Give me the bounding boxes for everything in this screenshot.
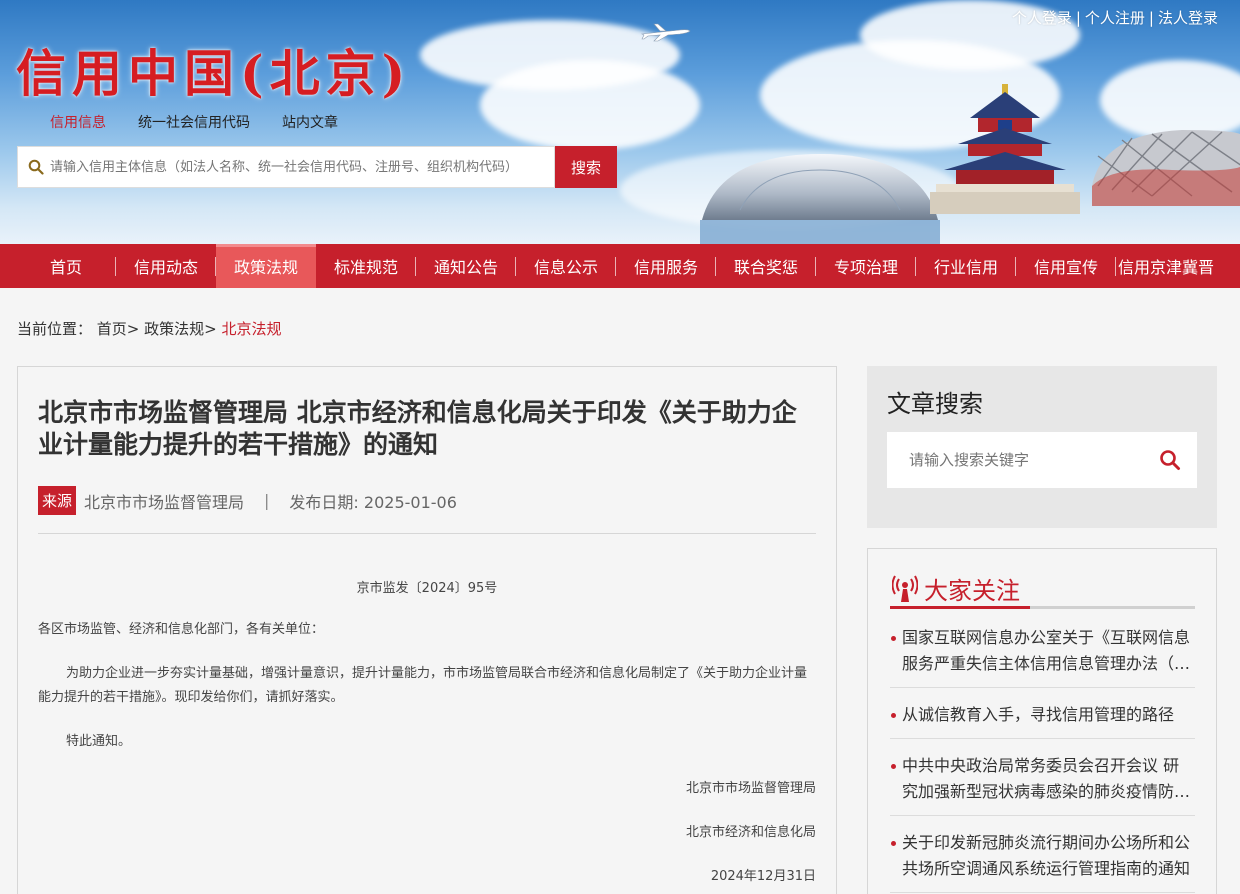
search-icon[interactable] — [1143, 432, 1197, 488]
search-icon — [18, 159, 48, 175]
tab-credit-info[interactable]: 信用信息 — [34, 112, 122, 132]
nav-item-promotion[interactable]: 信用宣传 — [1016, 244, 1116, 288]
personal-register-link[interactable]: 个人注册 — [1085, 9, 1145, 27]
nav-item-jjj[interactable]: 信用京津冀晋 — [1116, 244, 1216, 288]
signature-issuer: 北京市经济和信息化局 — [685, 825, 816, 840]
list-item-text: 国家互联网信息办公室关于《互联网信息服务严重失信主体信用信息管理办法（征求意见稿… — [902, 628, 1191, 673]
nav-label: 信用动态 — [133, 258, 198, 277]
nav-label: 首页 — [49, 258, 82, 277]
publish-date: 发布日期: 2025-01-06 — [289, 492, 457, 512]
article-search-panel: 文章搜索 — [867, 366, 1217, 528]
search-tabs: 信用信息 统一社会信用代码 站内文章 — [34, 112, 354, 132]
breadcrumb: 当前位置： 首页> 政策法规> 北京法规 — [17, 318, 282, 339]
nav-item-standards[interactable]: 标准规范 — [316, 244, 416, 288]
breadcrumb-home[interactable]: 首页> — [97, 320, 140, 338]
nav-label: 标准规范 — [333, 258, 398, 277]
article-panel: 北京市市场监督管理局 北京市经济和信息化局关于印发《关于助力企业计量能力提升的若… — [17, 366, 837, 894]
divider — [38, 533, 816, 534]
nav-item-home[interactable]: 首页 — [16, 244, 116, 288]
site-logo[interactable]: 信用中国(北京) — [16, 34, 411, 106]
source-tag: 来源 — [38, 486, 77, 515]
nav-item-credit-news[interactable]: 信用动态 — [116, 244, 216, 288]
personal-login-link[interactable]: 个人登录 — [1012, 9, 1072, 27]
header-banner: 信用中国(北京) 个人登录 | 个人注册 | 法人登录 信用信息 统一社会信用代码 站内… — [0, 0, 1240, 244]
divider: | — [1075, 9, 1081, 27]
nav-label: 信息公示 — [533, 258, 598, 277]
list-item[interactable]: 从诚信教育入手，寻找信用管理的路径 — [890, 698, 1195, 739]
article-body: 为助力企业进一步夯实计量基础，增强计量意识，提升计量能力，市市场监管局联合市经济… — [38, 666, 808, 705]
legal-login-link[interactable]: 法人登录 — [1158, 9, 1218, 27]
popular-header: 大家关注 — [890, 571, 1195, 609]
nav-label: 行业信用 — [933, 258, 998, 277]
breadcrumb-policy[interactable]: 政策法规> — [144, 320, 217, 338]
nav-label: 通知公告 — [433, 258, 498, 277]
grand-theatre-illustration — [700, 154, 940, 244]
cloud-decoration — [480, 60, 700, 150]
nav-label: 信用宣传 — [1033, 258, 1098, 277]
divider: | — [1148, 9, 1154, 27]
popular-list: 国家互联网信息办公室关于《互联网信息服务严重失信主体信用信息管理办法（征求意见稿… — [890, 621, 1195, 894]
article-title: 北京市市场监督管理局 北京市经济和信息化局关于印发《关于助力企业计量能力提升的若… — [38, 398, 797, 459]
nav-item-disclosure[interactable]: 信息公示 — [516, 244, 616, 288]
nav-item-policy[interactable]: 政策法规 — [216, 244, 316, 288]
list-item-text: 从诚信教育入手，寻找信用管理的路径 — [902, 705, 1175, 724]
main-nav: 首页 信用动态 政策法规 标准规范 通知公告 信息公示 信用服务 联合奖惩 专项… — [0, 244, 1240, 288]
nav-item-rewards[interactable]: 联合奖惩 — [716, 244, 816, 288]
popular-title: 大家关注 — [924, 577, 1020, 605]
article-search-box — [887, 432, 1197, 488]
birds-nest-illustration — [1092, 130, 1240, 206]
temple-of-heaven-illustration — [930, 84, 1080, 214]
document-number: 京市监发〔2024〕95号 — [356, 581, 498, 596]
signature-issuer: 北京市市场监督管理局 — [685, 781, 816, 796]
article-closing: 特此通知。 — [66, 734, 132, 749]
list-item[interactable]: 关于印发新冠肺炎流行期间办公场所和公共场所空调通风系统运行管理指南的通知 — [890, 826, 1195, 893]
article-search-title: 文章搜索 — [887, 390, 983, 418]
nav-label: 专项治理 — [833, 258, 898, 277]
nav-label: 信用京津冀晋 — [1117, 258, 1214, 277]
main-search-input[interactable] — [48, 147, 554, 187]
list-item-text: 中共中央政治局常务委员会召开会议 研究加强新型冠状病毒感染的肺炎疫情防控工作 — [902, 756, 1191, 801]
nav-label: 联合奖惩 — [733, 258, 798, 277]
list-item[interactable]: 国家互联网信息办公室关于《互联网信息服务严重失信主体信用信息管理办法（征求意见稿… — [890, 621, 1195, 688]
airplane-icon — [640, 23, 691, 42]
breadcrumb-current[interactable]: 北京法规 — [222, 320, 282, 338]
broadcast-icon — [891, 575, 919, 607]
signature-date: 2024年12月31日 — [710, 869, 816, 884]
nav-item-industry[interactable]: 行业信用 — [916, 244, 1016, 288]
search-button[interactable]: 搜索 — [555, 146, 617, 188]
list-item[interactable]: 中共中央政治局常务委员会召开会议 研究加强新型冠状病毒感染的肺炎疫情防控工作 — [890, 749, 1195, 816]
tab-credit-code[interactable]: 统一社会信用代码 — [122, 112, 266, 132]
article-meta: 来源 北京市市场监督管理局 | 发布日期: 2025-01-06 — [38, 486, 457, 515]
main-search-box — [17, 146, 555, 188]
tab-site-articles[interactable]: 站内文章 — [266, 112, 354, 132]
nav-item-services[interactable]: 信用服务 — [616, 244, 716, 288]
nav-item-notices[interactable]: 通知公告 — [416, 244, 516, 288]
nav-label: 政策法规 — [233, 258, 298, 277]
divider: | — [264, 491, 270, 510]
popular-panel: 大家关注 国家互联网信息办公室关于《互联网信息服务严重失信主体信用信息管理办法（… — [867, 548, 1217, 894]
user-links: 个人登录 | 个人注册 | 法人登录 — [1012, 7, 1218, 28]
nav-label: 信用服务 — [633, 258, 698, 277]
article-search-input[interactable] — [887, 432, 1143, 488]
popular-underline — [890, 606, 1030, 609]
breadcrumb-label: 当前位置： — [17, 320, 93, 338]
article-source: 北京市市场监督管理局 — [84, 492, 245, 512]
article-salutation: 各区市场监管、经济和信息化部门，各有关单位： — [38, 622, 325, 637]
list-item-text: 关于印发新冠肺炎流行期间办公场所和公共场所空调通风系统运行管理指南的通知 — [902, 833, 1191, 878]
nav-item-governance[interactable]: 专项治理 — [816, 244, 916, 288]
